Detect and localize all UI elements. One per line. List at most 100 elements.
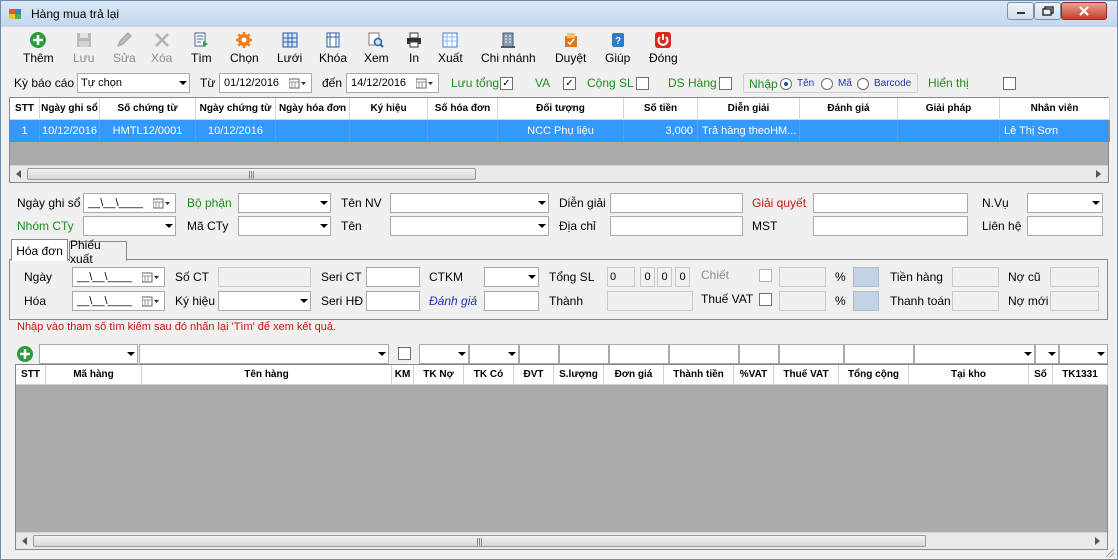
- column-header[interactable]: Thành tiền: [664, 365, 734, 385]
- sum-qty-checkbox[interactable]: [636, 77, 649, 90]
- column-header[interactable]: Tại kho: [909, 365, 1029, 385]
- help-button[interactable]: ? Giúp: [605, 31, 630, 65]
- column-header[interactable]: Ký hiệu: [350, 98, 428, 120]
- filter-number-select[interactable]: [1035, 344, 1059, 364]
- contact-field[interactable]: [1027, 216, 1103, 236]
- column-header[interactable]: TK Nợ: [414, 365, 464, 385]
- column-header[interactable]: Số chứng từ: [100, 98, 196, 120]
- filter-item-name-select[interactable]: [139, 344, 389, 364]
- table-cell[interactable]: 1: [10, 120, 40, 142]
- column-header[interactable]: Ngày hóa đơn: [276, 98, 350, 120]
- column-header[interactable]: Đơn giá: [604, 365, 664, 385]
- lock-button[interactable]: Khóa: [319, 31, 347, 65]
- column-header[interactable]: Ngày ghi sổ: [40, 98, 100, 120]
- column-header[interactable]: %VAT: [734, 365, 774, 385]
- resolve-field[interactable]: [813, 193, 968, 213]
- branch-button[interactable]: Chi nhánh: [481, 31, 536, 65]
- grid-button[interactable]: Lưới: [277, 31, 302, 65]
- filter-debit-select[interactable]: [419, 344, 469, 364]
- tab-invoice[interactable]: Hóa đơn: [11, 239, 68, 261]
- filter-tk1331-select[interactable]: [1059, 344, 1108, 364]
- radio-code[interactable]: [821, 78, 833, 90]
- close-app-button[interactable]: Đóng: [649, 31, 678, 65]
- invoice-date-picker[interactable]: __\__\____: [72, 267, 165, 287]
- column-header[interactable]: STT: [10, 98, 40, 120]
- display-checkbox[interactable]: [1003, 77, 1016, 90]
- column-header[interactable]: Tổng cộng: [839, 365, 909, 385]
- find-button[interactable]: Tìm: [191, 31, 212, 65]
- description-field[interactable]: [610, 193, 743, 213]
- filter-price-field[interactable]: [609, 344, 669, 364]
- horizontal-scrollbar[interactable]: |||: [10, 165, 1108, 182]
- column-header[interactable]: KM: [392, 365, 414, 385]
- filter-item-code-select[interactable]: [39, 344, 138, 364]
- tab-issue-slip[interactable]: Phiếu xuất: [69, 238, 127, 266]
- column-header[interactable]: Ngày chứng từ: [196, 98, 276, 120]
- column-header[interactable]: STT: [16, 365, 46, 385]
- voucher-serial-field[interactable]: [366, 267, 420, 287]
- column-header[interactable]: Số: [1029, 365, 1053, 385]
- column-header[interactable]: Tên hàng: [142, 365, 392, 385]
- column-header[interactable]: TK Có: [464, 365, 514, 385]
- detail-grid[interactable]: STT Mã hàng Tên hàng KM TK Nợ TK Có ĐVT S.lượng…: [15, 364, 1108, 550]
- column-header[interactable]: Nhân viên: [1000, 98, 1110, 120]
- table-cell[interactable]: [276, 120, 350, 142]
- table-cell[interactable]: HMTL12/0001: [100, 120, 196, 142]
- table-cell[interactable]: Trả hàng theoHM...: [698, 120, 800, 142]
- company-group-select[interactable]: [83, 216, 176, 236]
- choose-button[interactable]: Chọn: [230, 31, 259, 65]
- table-cell[interactable]: [898, 120, 1000, 142]
- posting-date-picker[interactable]: __\__\____: [83, 193, 176, 213]
- voucher-grid[interactable]: STT Ngày ghi sổ Số chứng từ Ngày chứng từ Ng…: [9, 97, 1110, 183]
- column-header[interactable]: Đối tượng: [498, 98, 624, 120]
- scroll-thumb[interactable]: |||: [27, 168, 476, 180]
- item-list-checkbox[interactable]: [719, 77, 732, 90]
- discount-checkbox[interactable]: [759, 269, 772, 282]
- add-row-icon[interactable]: [16, 345, 34, 363]
- column-header[interactable]: TK1331: [1053, 365, 1108, 385]
- table-cell[interactable]: [800, 120, 898, 142]
- detail-horizontal-scrollbar[interactable]: |||: [16, 532, 1107, 549]
- table-cell[interactable]: NCC Phụ liệu: [498, 120, 624, 142]
- filter-vat-percent-field[interactable]: [739, 344, 779, 364]
- preview-button[interactable]: Xem: [364, 31, 389, 65]
- tax-code-field[interactable]: [813, 216, 968, 236]
- to-date-picker[interactable]: 14/12/2016: [346, 73, 439, 93]
- scroll-thumb[interactable]: |||: [33, 535, 926, 547]
- column-header[interactable]: Giải pháp: [898, 98, 1000, 120]
- print-button[interactable]: In: [405, 31, 423, 65]
- column-header[interactable]: Thuế VAT: [774, 365, 839, 385]
- va-checkbox[interactable]: ✓: [563, 77, 576, 90]
- table-cell[interactable]: Lê Thị Sơn: [1000, 120, 1110, 142]
- report-period-select[interactable]: Tự chọn: [77, 73, 190, 93]
- table-cell[interactable]: 10/12/2016: [40, 120, 100, 142]
- column-header[interactable]: Đánh giá: [800, 98, 898, 120]
- radio-name[interactable]: [780, 78, 792, 90]
- promotion-select[interactable]: [484, 267, 539, 287]
- filter-km-checkbox[interactable]: [398, 347, 411, 360]
- filter-qty-field[interactable]: [559, 344, 609, 364]
- maximize-button[interactable]: [1034, 2, 1061, 20]
- employee-name-select[interactable]: [390, 193, 549, 213]
- company-code-select[interactable]: [238, 216, 331, 236]
- name-select[interactable]: [390, 216, 549, 236]
- save-button[interactable]: Lưu: [73, 31, 94, 65]
- column-header[interactable]: S.lượng: [554, 365, 604, 385]
- table-cell[interactable]: [428, 120, 498, 142]
- table-cell[interactable]: 10/12/2016: [196, 120, 276, 142]
- radio-barcode[interactable]: [857, 78, 869, 90]
- rating-field[interactable]: [484, 291, 539, 311]
- department-select[interactable]: [238, 193, 331, 213]
- table-row[interactable]: 1 10/12/2016 HMTL12/0001 10/12/2016 NCC Phụ …: [10, 120, 1110, 142]
- column-header[interactable]: ĐVT: [514, 365, 554, 385]
- address-field[interactable]: [610, 216, 743, 236]
- approve-button[interactable]: Duyệt: [555, 31, 586, 65]
- add-button[interactable]: Thêm: [23, 31, 54, 65]
- minimize-button[interactable]: [1007, 2, 1034, 20]
- filter-credit-select[interactable]: [469, 344, 519, 364]
- from-date-picker[interactable]: 01/12/2016: [219, 73, 312, 93]
- filter-unit-field[interactable]: [519, 344, 559, 364]
- edit-button[interactable]: Sửa: [113, 31, 136, 65]
- invoice-date2-picker[interactable]: __\__\____: [72, 291, 165, 311]
- save-total-checkbox[interactable]: ✓: [500, 77, 513, 90]
